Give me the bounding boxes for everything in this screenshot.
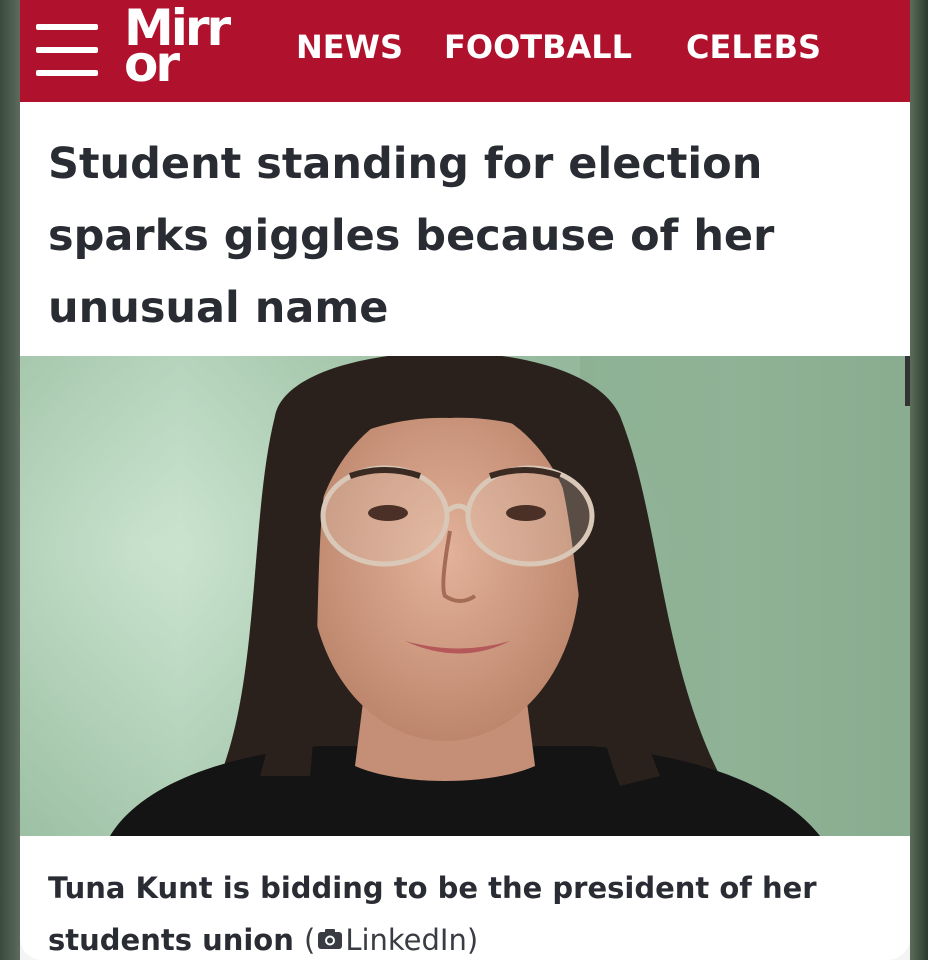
site-logo[interactable]: Mirr or [124,3,254,98]
camera-icon [317,914,343,960]
photo-credit: ( LinkedIn) [304,923,478,957]
nav-celebs[interactable]: CELEBS [686,28,821,66]
hamburger-menu-icon[interactable] [36,20,98,80]
credit-paren: ( [303,923,316,957]
article-screen: Mirr or NEWS FOOTBALL CELEBS Student sta… [20,0,910,960]
article-photo [20,356,910,836]
nav-football[interactable]: FOOTBALL [444,28,632,66]
nav-news[interactable]: NEWS [296,28,403,66]
portrait-image [20,356,910,836]
photo-caption: Tuna Kunt is bidding to be the president… [48,862,898,960]
article-headline: Student standing for election sparks gig… [48,139,775,333]
site-header: Mirr or NEWS FOOTBALL CELEBS [20,0,910,102]
credit-source[interactable]: LinkedIn) [345,923,478,957]
